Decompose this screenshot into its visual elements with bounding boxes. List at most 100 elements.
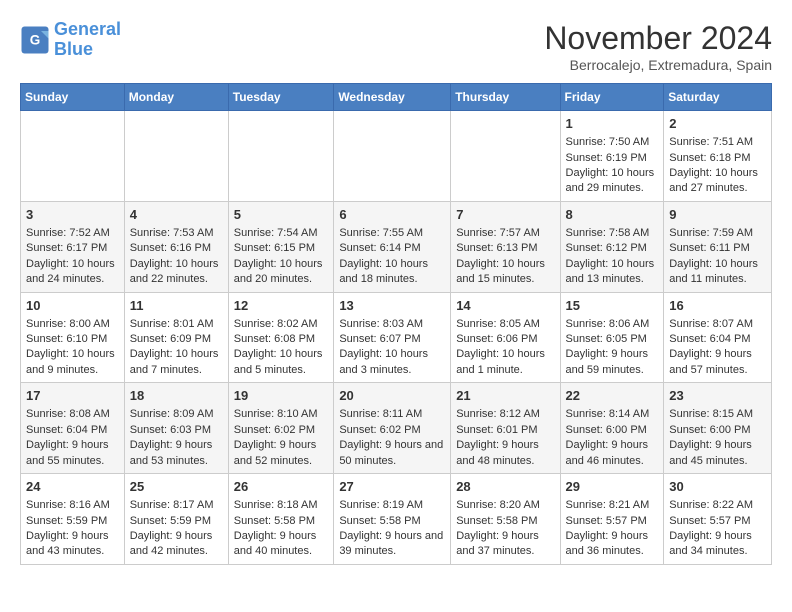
- day-info: Daylight: 10 hours and 20 minutes.: [234, 257, 329, 288]
- day-number: 3: [26, 206, 119, 224]
- day-info: Sunset: 6:00 PM: [566, 423, 659, 438]
- calendar-cell: 24Sunrise: 8:16 AMSunset: 5:59 PMDayligh…: [21, 474, 125, 565]
- calendar-cell: 8Sunrise: 7:58 AMSunset: 6:12 PMDaylight…: [560, 201, 664, 292]
- page-header: G General Blue November 2024 Berrocalejo…: [20, 20, 772, 73]
- day-info: Daylight: 10 hours and 24 minutes.: [26, 257, 119, 288]
- day-info: Sunset: 5:58 PM: [339, 514, 445, 529]
- calendar-cell: 19Sunrise: 8:10 AMSunset: 6:02 PMDayligh…: [228, 383, 334, 474]
- day-info: Daylight: 10 hours and 18 minutes.: [339, 257, 445, 288]
- calendar-cell: [451, 111, 560, 202]
- day-info: Daylight: 9 hours and 37 minutes.: [456, 529, 554, 560]
- day-info: Sunset: 6:04 PM: [669, 332, 766, 347]
- day-info: Daylight: 10 hours and 11 minutes.: [669, 257, 766, 288]
- day-info: Sunrise: 7:59 AM: [669, 226, 766, 241]
- day-info: Daylight: 9 hours and 34 minutes.: [669, 529, 766, 560]
- day-info: Daylight: 9 hours and 53 minutes.: [130, 438, 223, 469]
- day-info: Sunrise: 8:07 AM: [669, 317, 766, 332]
- calendar-cell: 5 Sunrise: 7:54 AMSunset: 6:15 PMDaylight…: [228, 201, 334, 292]
- day-info: Daylight: 10 hours and 9 minutes.: [26, 347, 119, 378]
- calendar-cell: 9Sunrise: 7:59 AMSunset: 6:11 PMDaylight…: [664, 201, 772, 292]
- calendar-cell: 17Sunrise: 8:08 AMSunset: 6:04 PMDayligh…: [21, 383, 125, 474]
- day-info: Sunrise: 7:54 AM: [234, 226, 329, 241]
- day-info: Sunset: 5:58 PM: [234, 514, 329, 529]
- day-number: 22: [566, 387, 659, 405]
- day-info: Sunrise: 8:19 AM: [339, 498, 445, 513]
- calendar-cell: 27 Sunrise: 8:19 AMSunset: 5:58 PMDayligh…: [334, 474, 451, 565]
- day-info: Daylight: 10 hours and 5 minutes.: [234, 347, 329, 378]
- logo-line1: General: [54, 19, 121, 39]
- week-row-3: 17Sunrise: 8:08 AMSunset: 6:04 PMDayligh…: [21, 383, 772, 474]
- day-info: Sunset: 5:58 PM: [456, 514, 554, 529]
- day-number: 9: [669, 206, 766, 224]
- calendar-cell: 4Sunrise: 7:53 AMSunset: 6:16 PMDaylight…: [124, 201, 228, 292]
- day-info: Sunrise: 8:12 AM: [456, 407, 554, 422]
- day-info: Daylight: 9 hours and 55 minutes.: [26, 438, 119, 469]
- day-number: 30: [669, 478, 766, 496]
- day-number: 20: [339, 387, 445, 405]
- day-number: 14: [456, 297, 554, 315]
- day-number: 10: [26, 297, 119, 315]
- day-number: 28: [456, 478, 554, 496]
- day-info: Sunset: 6:01 PM: [456, 423, 554, 438]
- calendar-cell: 18Sunrise: 8:09 AMSunset: 6:03 PMDayligh…: [124, 383, 228, 474]
- day-info: Sunrise: 8:00 AM: [26, 317, 119, 332]
- col-header-wednesday: Wednesday: [334, 84, 451, 111]
- day-info: Sunset: 6:18 PM: [669, 151, 766, 166]
- title-block: November 2024 Berrocalejo, Extremadura, …: [544, 20, 772, 73]
- day-number: 17: [26, 387, 119, 405]
- day-info: Daylight: 10 hours and 15 minutes.: [456, 257, 554, 288]
- day-info: Sunrise: 8:11 AM: [339, 407, 445, 422]
- day-number: 7: [456, 206, 554, 224]
- calendar-cell: 30Sunrise: 8:22 AMSunset: 5:57 PMDayligh…: [664, 474, 772, 565]
- calendar-cell: [21, 111, 125, 202]
- day-number: 18: [130, 387, 223, 405]
- day-info: Daylight: 9 hours and 59 minutes.: [566, 347, 659, 378]
- calendar-cell: 22Sunrise: 8:14 AMSunset: 6:00 PMDayligh…: [560, 383, 664, 474]
- day-info: Sunrise: 8:20 AM: [456, 498, 554, 513]
- day-info: Sunrise: 7:51 AM: [669, 135, 766, 150]
- day-info: Daylight: 9 hours and 43 minutes.: [26, 529, 119, 560]
- day-info: Sunset: 5:59 PM: [26, 514, 119, 529]
- col-header-monday: Monday: [124, 84, 228, 111]
- day-info: Sunrise: 8:03 AM: [339, 317, 445, 332]
- day-number: 1: [566, 115, 659, 133]
- day-info: Sunrise: 8:14 AM: [566, 407, 659, 422]
- day-info: Sunset: 6:07 PM: [339, 332, 445, 347]
- calendar-cell: 28 Sunrise: 8:20 AMSunset: 5:58 PMDayligh…: [451, 474, 560, 565]
- day-info: Sunrise: 7:50 AM: [566, 135, 659, 150]
- day-info: Sunset: 6:10 PM: [26, 332, 119, 347]
- week-row-2: 10Sunrise: 8:00 AMSunset: 6:10 PMDayligh…: [21, 292, 772, 383]
- calendar-cell: 6Sunrise: 7:55 AMSunset: 6:14 PMDaylight…: [334, 201, 451, 292]
- day-info: Daylight: 9 hours and 39 minutes.: [339, 529, 445, 560]
- day-number: 4: [130, 206, 223, 224]
- calendar-cell: 15Sunrise: 8:06 AMSunset: 6:05 PMDayligh…: [560, 292, 664, 383]
- calendar-cell: 26Sunrise: 8:18 AMSunset: 5:58 PMDayligh…: [228, 474, 334, 565]
- calendar-cell: 10 Sunrise: 8:00 AMSunset: 6:10 PMDayligh…: [21, 292, 125, 383]
- day-info: Sunrise: 8:06 AM: [566, 317, 659, 332]
- day-info: Sunrise: 7:57 AM: [456, 226, 554, 241]
- day-info: Sunset: 6:15 PM: [234, 241, 329, 256]
- calendar-cell: 14Sunrise: 8:05 AMSunset: 6:06 PMDayligh…: [451, 292, 560, 383]
- day-info: Sunrise: 7:52 AM: [26, 226, 119, 241]
- day-info: Sunset: 6:12 PM: [566, 241, 659, 256]
- day-info: Sunrise: 8:22 AM: [669, 498, 766, 513]
- day-number: 16: [669, 297, 766, 315]
- day-info: Sunset: 6:19 PM: [566, 151, 659, 166]
- calendar-cell: 25Sunrise: 8:17 AMSunset: 5:59 PMDayligh…: [124, 474, 228, 565]
- day-number: 27: [339, 478, 445, 496]
- calendar-cell: 21Sunrise: 8:12 AMSunset: 6:01 PMDayligh…: [451, 383, 560, 474]
- day-info: Sunrise: 7:55 AM: [339, 226, 445, 241]
- calendar-cell: [228, 111, 334, 202]
- day-info: Sunset: 6:02 PM: [339, 423, 445, 438]
- calendar-header-row: SundayMondayTuesdayWednesdayThursdayFrid…: [21, 84, 772, 111]
- day-number: 12: [234, 297, 329, 315]
- col-header-tuesday: Tuesday: [228, 84, 334, 111]
- day-info: Sunrise: 8:10 AM: [234, 407, 329, 422]
- day-number: 5: [234, 206, 329, 224]
- calendar-cell: 7Sunrise: 7:57 AMSunset: 6:13 PMDaylight…: [451, 201, 560, 292]
- logo-text: General Blue: [54, 20, 121, 60]
- day-info: Sunset: 6:16 PM: [130, 241, 223, 256]
- day-info: Sunrise: 7:58 AM: [566, 226, 659, 241]
- calendar-table: SundayMondayTuesdayWednesdayThursdayFrid…: [20, 83, 772, 565]
- day-info: Daylight: 9 hours and 40 minutes.: [234, 529, 329, 560]
